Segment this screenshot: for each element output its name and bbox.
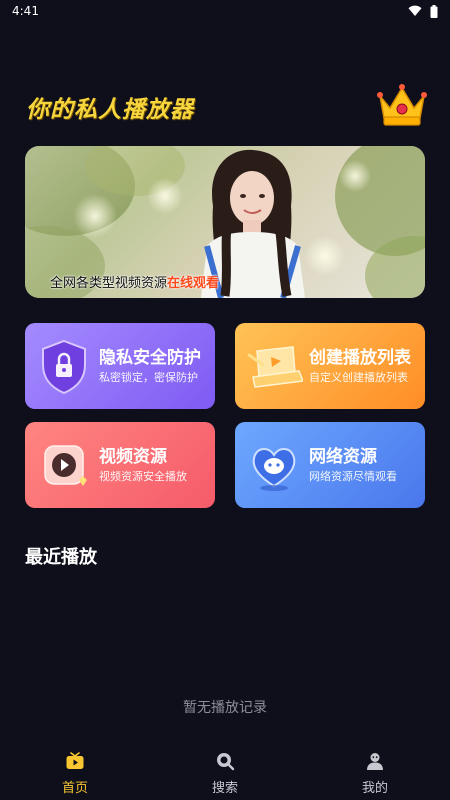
- video-resources-card-subtitle: 视频资源安全播放: [99, 470, 187, 483]
- tab-profile[interactable]: 我的: [320, 745, 430, 796]
- tab-search[interactable]: 搜索: [170, 745, 280, 796]
- banner[interactable]: 全网各类型视频资源在线观看: [25, 146, 425, 298]
- recent-empty-message: 暂无播放记录: [183, 700, 267, 716]
- recent-section-title: 最近播放: [25, 547, 97, 568]
- bottom-tab-bar: 首页 搜索 我的: [0, 745, 450, 800]
- tab-profile-label: 我的: [361, 781, 388, 796]
- banner-caption-highlight: 在线观看: [167, 276, 220, 291]
- crown-icon[interactable]: [376, 82, 428, 128]
- create-playlist-card[interactable]: 创建播放列表 自定义创建播放列表: [235, 323, 425, 409]
- privacy-card-subtitle: 私密锁定，密保防护: [99, 371, 198, 384]
- tab-home[interactable]: 首页: [20, 745, 130, 796]
- privacy-card-title: 隐私安全防护: [99, 348, 201, 368]
- status-icons: [408, 4, 438, 18]
- laptop-playlist-icon: [247, 346, 303, 388]
- wifi-icon: [408, 5, 422, 16]
- tab-search-label: 搜索: [211, 781, 238, 796]
- app-title: 你的私人播放器: [26, 97, 194, 123]
- network-resources-card-subtitle: 网络资源尽情观看: [309, 470, 397, 483]
- create-playlist-card-subtitle: 自定义创建播放列表: [309, 371, 408, 384]
- banner-caption-prefix: 全网各类型视频资源: [50, 276, 168, 291]
- network-resources-card[interactable]: 网络资源 网络资源尽情观看: [235, 422, 425, 508]
- tab-home-label: 首页: [61, 781, 88, 796]
- video-resources-card-title: 视频资源: [99, 447, 167, 467]
- user-icon: [367, 753, 383, 770]
- battery-icon: [430, 4, 438, 18]
- banner-caption: 全网各类型视频资源在线观看: [50, 272, 219, 291]
- status-bar: 4:41: [0, 0, 450, 22]
- heart-network-icon: [252, 448, 296, 491]
- create-playlist-card-title: 创建播放列表: [309, 348, 411, 368]
- status-time: 4:41: [12, 4, 39, 18]
- video-resources-card[interactable]: 视频资源 视频资源安全播放: [25, 422, 215, 508]
- shield-lock-icon: [42, 339, 86, 395]
- network-resources-card-title: 网络资源: [309, 447, 377, 467]
- tv-icon: [66, 752, 84, 769]
- privacy-card[interactable]: 隐私安全防护 私密锁定，密保防护: [25, 323, 215, 409]
- search-icon: [217, 753, 235, 771]
- video-player-icon: [44, 445, 87, 486]
